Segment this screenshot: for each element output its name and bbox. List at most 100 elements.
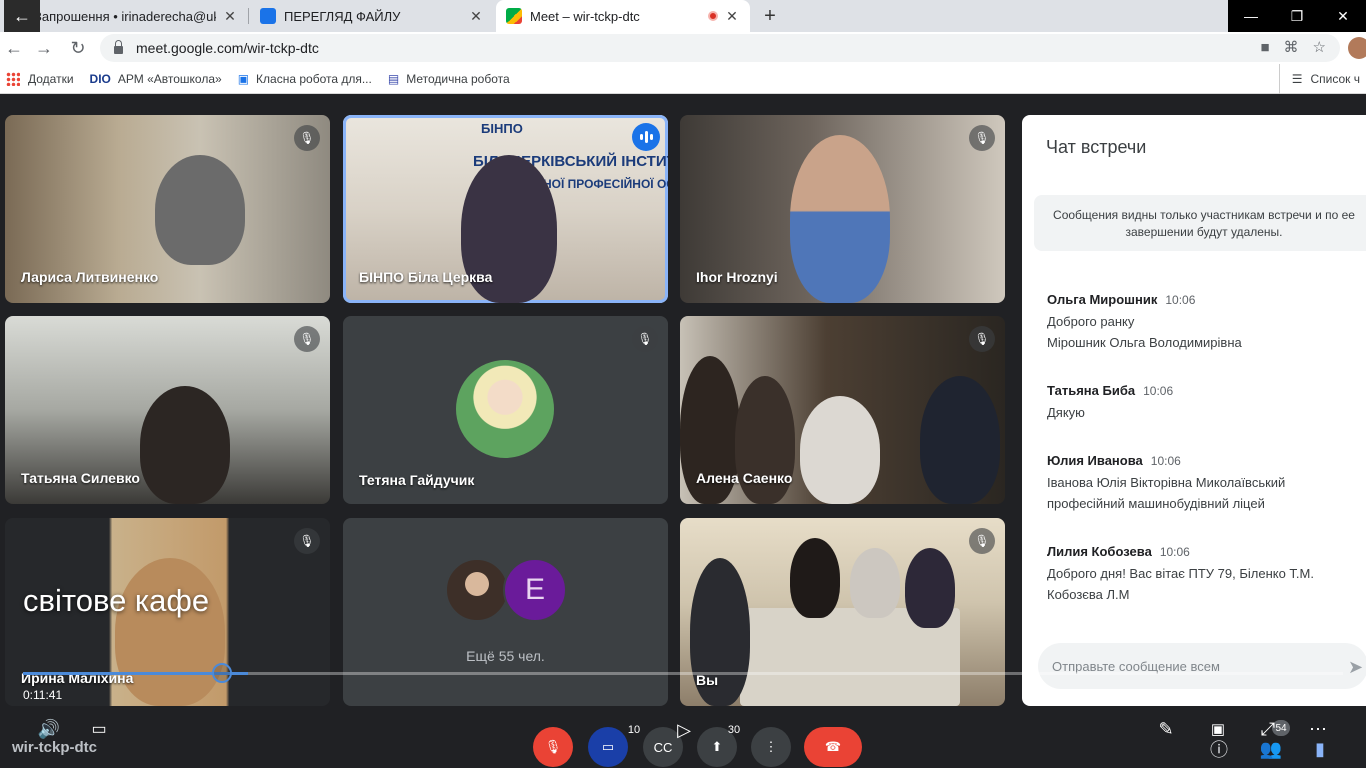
fullscreen-icon[interactable]: ⤢ xyxy=(1256,718,1280,740)
participant-video xyxy=(920,376,1000,504)
more-participants-tile[interactable]: E Ещё 55 чел. xyxy=(343,518,668,706)
bookmarks-bar: Додатки DIO АРМ «Автошкола» ▣ Класна роб… xyxy=(0,64,1366,94)
close-tab-icon[interactable]: ✕ xyxy=(222,8,238,25)
participant-name: Алена Саенко xyxy=(696,470,793,486)
participant-name: БІНПО Біла Церква xyxy=(359,269,493,285)
participant-tile[interactable]: 🎙 Лариса Литвиненко xyxy=(5,115,330,303)
recording-indicator-icon xyxy=(708,11,718,21)
pencil-icon[interactable]: ✎ xyxy=(1154,718,1178,740)
message-author: Татьяна Биба xyxy=(1047,383,1136,398)
participant-tile[interactable]: 🎙 Тетяна Гайдучик xyxy=(343,316,668,504)
bookmark-label: Класна робота для... xyxy=(256,71,372,86)
reload-icon[interactable]: ↻ xyxy=(66,36,90,60)
back-icon[interactable]: ← xyxy=(2,36,26,60)
tab-bar: Запрошення • irinaderecha@ukr.net ✕ ПЕРЕ… xyxy=(0,0,1366,32)
rewind-label: 10 xyxy=(627,724,641,736)
new-tab-button[interactable]: + xyxy=(758,0,782,32)
reading-list[interactable]: ☰ Список ч xyxy=(1278,64,1360,94)
banner-title: БІНПО xyxy=(481,121,523,136)
forward-30-button[interactable]: 30 xyxy=(720,716,748,744)
back-arrow-icon[interactable]: ← xyxy=(4,0,40,32)
dio-logo-icon: DIO xyxy=(89,71,111,86)
message-author: Лилия Кобозева xyxy=(1047,544,1152,559)
message-time: 10:06 xyxy=(1150,454,1181,468)
seek-handle[interactable] xyxy=(212,663,232,683)
message-text: Мірошник Ольга Володимирівна xyxy=(1047,335,1242,350)
mic-off-icon: 🎙 xyxy=(294,125,320,151)
volume-icon[interactable]: 🔊 xyxy=(36,718,62,740)
participant-name: Лариса Литвиненко xyxy=(21,269,159,285)
lock-icon xyxy=(114,40,123,54)
participant-avatar xyxy=(445,558,509,622)
more-participants-label: Ещё 55 чел. xyxy=(466,648,545,664)
bookmark-label: АРМ «Автошкола» xyxy=(117,71,222,86)
more-options-button[interactable]: ⋮ xyxy=(751,727,791,767)
participant-name: Татьяна Силевко xyxy=(21,470,140,486)
message-author: Юлия Иванова xyxy=(1047,453,1143,468)
hang-up-button[interactable]: ☎ xyxy=(804,727,862,767)
send-icon[interactable]: ➤ xyxy=(1348,657,1363,678)
url-field[interactable]: meet.google.com/wir-tckp-dtc ■ ⌘ ☆ xyxy=(100,34,1340,62)
message-time: 10:06 xyxy=(1143,384,1174,398)
chat-panel: Чат встречи Сообщения видны только участ… xyxy=(1022,115,1366,706)
bookmark-star-icon[interactable]: ☆ xyxy=(1313,38,1326,56)
reading-list-label: Список ч xyxy=(1310,72,1360,86)
forward-icon[interactable]: → xyxy=(32,36,56,60)
speaking-indicator-icon xyxy=(632,123,660,151)
restore-icon[interactable]: ❐ xyxy=(1274,0,1320,32)
participant-tile[interactable]: 🎙 Ihor Hroznyi xyxy=(680,115,1005,303)
participant-video xyxy=(800,396,880,504)
more-options-icon[interactable]: ⋯ xyxy=(1306,718,1330,740)
message-text: Доброго ранку xyxy=(1047,314,1135,329)
close-window-icon[interactable]: ✕ xyxy=(1320,0,1366,32)
camera-icon[interactable]: ■ xyxy=(1260,39,1269,56)
picture-in-picture-icon[interactable]: ▣ xyxy=(1206,718,1230,740)
participant-avatar xyxy=(456,360,554,458)
bookmark-avtoshkola[interactable]: DIO АРМ «Автошкола» xyxy=(90,72,222,86)
participant-video xyxy=(905,548,955,628)
participant-video xyxy=(140,386,230,504)
omnibox-actions: ■ ⌘ ☆ xyxy=(1260,38,1326,57)
minimize-icon[interactable]: — xyxy=(1228,0,1274,32)
participant-name: Ihor Hroznyi xyxy=(696,269,778,285)
tab-title: Meet – wir-tckp-dtc xyxy=(530,8,640,24)
address-bar-row: ← → ↻ meet.google.com/wir-tckp-dtc ■ ⌘ ☆ xyxy=(0,32,1366,64)
translate-icon[interactable]: ⌘ xyxy=(1284,38,1299,56)
mic-off-icon: 🎙 xyxy=(294,326,320,352)
message-text: професійний машинобудівний ліцей xyxy=(1047,496,1265,511)
bookmark-class-work[interactable]: ▣ Класна робота для... xyxy=(238,72,372,86)
bookmark-apps[interactable]: Додатки xyxy=(6,71,74,86)
profile-avatar[interactable] xyxy=(1348,37,1366,59)
bookmark-methodical[interactable]: ▤ Методична робота xyxy=(388,72,510,86)
document-favicon-icon xyxy=(260,8,276,24)
chat-notice: Сообщения видны только участникам встреч… xyxy=(1034,195,1366,251)
mic-off-icon: 🎙 xyxy=(969,326,995,352)
participant-tile[interactable]: 🎙 Татьяна Силевко xyxy=(5,316,330,504)
participant-tile-self[interactable]: 🎙 Вы xyxy=(680,518,1005,706)
close-tab-icon[interactable]: ✕ xyxy=(724,8,740,25)
rewind-10-button[interactable]: 10 xyxy=(620,716,648,744)
participant-video xyxy=(850,548,900,618)
participant-tile-active-speaker[interactable]: БІНПО БІЛОЦЕРКІВСЬКИЙ ІНСТИТУТ НЕПЕРЕРВН… xyxy=(343,115,668,303)
close-tab-icon[interactable]: ✕ xyxy=(468,8,484,25)
play-button[interactable]: ▷ xyxy=(672,716,696,744)
participant-name: Тетяна Гайдучик xyxy=(359,472,475,488)
chat-message-input[interactable]: Отправьте сообщение всем xyxy=(1038,643,1366,689)
mic-toggle-button[interactable]: 🎙 xyxy=(533,727,573,767)
subtitles-icon[interactable]: ▭ xyxy=(88,718,110,740)
message-time: 10:06 xyxy=(1159,545,1190,559)
mic-off-icon: 🎙 xyxy=(294,528,320,554)
classroom-icon: ▣ xyxy=(237,71,250,86)
tab-divider xyxy=(248,8,249,24)
participant-video xyxy=(155,155,245,265)
window-controls: — ❐ ✕ xyxy=(1228,0,1366,32)
tab-file-view[interactable]: ПЕРЕГЛЯД ФАЙЛУ ✕ xyxy=(250,0,494,32)
participant-tile[interactable]: 🎙 Алена Саенко xyxy=(680,316,1005,504)
mic-off-icon: 🎙 xyxy=(632,326,658,352)
tab-meet[interactable]: Meet – wir-tckp-dtc ✕ xyxy=(496,0,750,32)
chat-title: Чат встречи xyxy=(1046,137,1147,157)
participant-video xyxy=(790,135,890,303)
chat-message: Лилия Кобозева 10:06 Доброго дня! Вас віт… xyxy=(1047,543,1357,605)
url-text: meet.google.com/wir-tckp-dtc xyxy=(136,40,319,56)
message-text: Кобозєва Л.М xyxy=(1047,587,1130,602)
